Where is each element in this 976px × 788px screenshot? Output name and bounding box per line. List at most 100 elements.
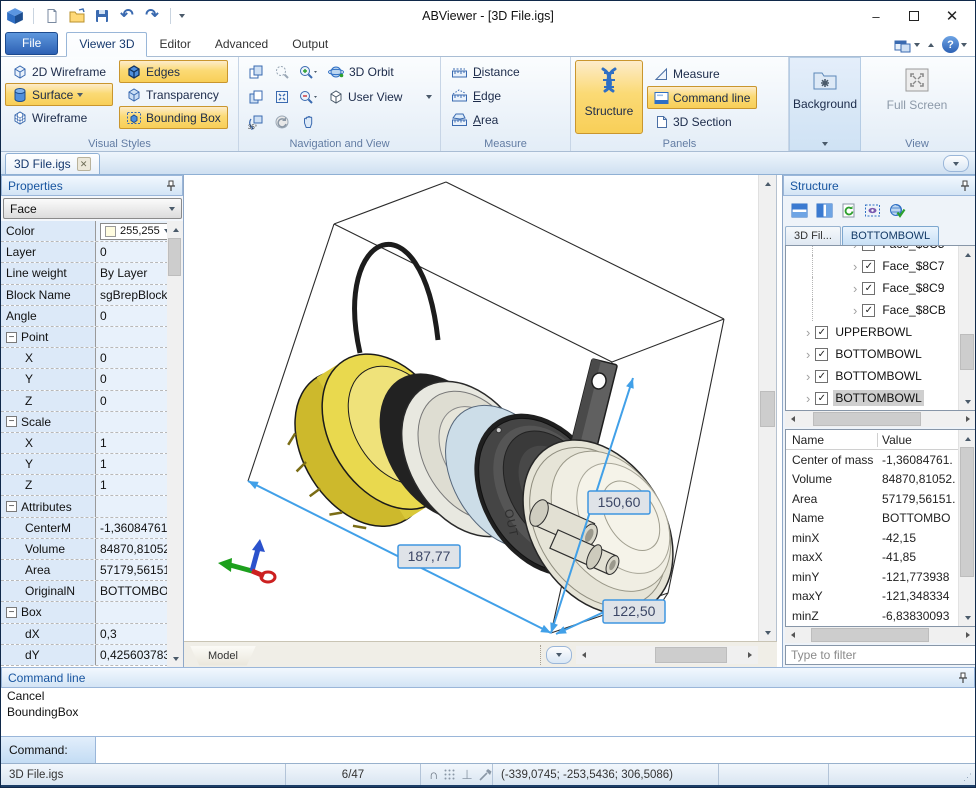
bounding-box-button[interactable]: Bounding Box — [119, 106, 228, 129]
split-vertical-icon[interactable] — [816, 203, 833, 218]
property-value[interactable]: 57179,56151631 — [96, 560, 168, 580]
tab-editor[interactable]: Editor — [147, 33, 202, 56]
2d-wireframe-button[interactable]: 2D Wireframe — [5, 60, 113, 83]
property-row[interactable]: Volume84870,81052441 — [1, 539, 168, 560]
document-tab[interactable]: 3D File.igs ✕ — [5, 153, 100, 174]
property-value[interactable]: 1 — [96, 433, 168, 453]
pin-icon[interactable] — [958, 672, 968, 684]
measure-edge-button[interactable]: Edge — [445, 84, 566, 108]
redo-icon[interactable]: ↷ — [142, 6, 162, 26]
expand-icon[interactable]: › — [806, 391, 810, 406]
property-row[interactable]: X0 — [1, 348, 168, 369]
tree-vertical-scrollbar[interactable] — [958, 246, 975, 410]
entity-type-select[interactable]: Face — [3, 198, 182, 219]
previous-view-icon[interactable] — [269, 110, 294, 134]
viewport-canvas[interactable]: OUT 187,77 150,60 122,50 — [184, 175, 759, 641]
structure-panel-button[interactable]: Structure — [575, 60, 643, 134]
model-3d[interactable]: OUT — [258, 244, 703, 641]
split-horizontal-icon[interactable] — [791, 203, 808, 218]
property-row[interactable]: Y1 — [1, 454, 168, 475]
refresh-icon[interactable] — [841, 203, 856, 218]
expand-icon[interactable]: › — [806, 325, 810, 340]
measure-area-button[interactable]: Area — [445, 108, 566, 132]
checkbox[interactable]: ✓ — [862, 304, 875, 317]
property-value[interactable]: 1 — [96, 475, 168, 495]
property-row[interactable]: Layer0 — [1, 242, 168, 263]
zoom-out-icon[interactable] — [295, 85, 320, 109]
save-icon[interactable] — [92, 6, 112, 26]
command-line-panel-button[interactable]: Command line — [647, 86, 757, 109]
paint-toggle-icon[interactable] — [479, 769, 492, 781]
expand-icon[interactable]: › — [853, 259, 857, 274]
table-row[interactable]: NameBOTTOMBO — [786, 509, 960, 529]
table-horizontal-scrollbar[interactable] — [785, 627, 976, 643]
property-row[interactable]: OriginalNBOTTOMBOWL — [1, 581, 168, 602]
table-row[interactable]: maxY-121,348334 — [786, 587, 960, 607]
zoom-in-icon[interactable] — [295, 60, 320, 84]
minimize-button[interactable]: – — [857, 3, 895, 29]
full-screen-button[interactable]: Full Screen — [883, 60, 951, 134]
column-header-name[interactable]: Name — [786, 433, 878, 447]
filter-input[interactable] — [785, 645, 976, 665]
property-row[interactable]: Y0 — [1, 369, 168, 390]
help-icon[interactable]: ? — [942, 36, 967, 53]
property-row[interactable]: CenterM-1,36084761759 — [1, 518, 168, 539]
properties-scrollbar[interactable] — [167, 221, 183, 667]
resize-grip[interactable]: ⋰ — [957, 764, 975, 785]
snap-toggle-icon[interactable]: ∩ — [429, 767, 438, 782]
3d-section-panel-button[interactable]: 3D Section — [647, 110, 757, 133]
tab-output[interactable]: Output — [280, 33, 340, 56]
property-value[interactable]: 0,425603783 — [96, 645, 168, 665]
table-row[interactable]: minX-42,15 — [786, 528, 960, 548]
property-value[interactable]: 0 — [96, 348, 168, 368]
app-logo-icon[interactable] — [5, 6, 25, 26]
3d-orbit-button[interactable]: 3D Orbit — [324, 60, 436, 84]
pin-icon[interactable] — [960, 180, 970, 192]
property-value[interactable]: 0,3 — [96, 624, 168, 644]
tab-file[interactable]: File — [5, 32, 58, 55]
pan-view-icon[interactable] — [243, 60, 268, 84]
edges-button[interactable]: Edges — [119, 60, 228, 83]
window-style-icon[interactable] — [894, 37, 920, 53]
layout-dropdown-button[interactable] — [546, 646, 572, 664]
collapse-ribbon-icon[interactable] — [928, 43, 934, 47]
checkbox[interactable]: ✓ — [815, 348, 828, 361]
property-value[interactable] — [96, 412, 168, 432]
table-row[interactable]: minZ-6,83830093 — [786, 606, 960, 626]
table-row[interactable]: Volume84870,81052. — [786, 470, 960, 490]
tab-advanced[interactable]: Advanced — [203, 33, 280, 56]
structure-tab-file[interactable]: 3D Fil... — [785, 226, 841, 245]
checkbox[interactable]: ✓ — [815, 370, 828, 383]
tree-item[interactable]: ›✓UPPERBOWL — [786, 321, 958, 343]
tree-horizontal-scrollbar[interactable] — [785, 411, 976, 427]
property-value[interactable] — [96, 496, 168, 516]
checkbox[interactable]: ✓ — [862, 260, 875, 273]
property-row[interactable]: dY0,425603783 — [1, 645, 168, 666]
measure-distance-button[interactable]: Distance — [445, 60, 566, 84]
selection-visibility-icon[interactable] — [864, 203, 881, 218]
measure-panel-button[interactable]: Measure — [647, 62, 757, 85]
qat-customize-icon[interactable] — [179, 14, 185, 18]
property-value[interactable]: 0 — [96, 391, 168, 411]
expand-icon[interactable]: › — [853, 281, 857, 296]
open-file-icon[interactable] — [67, 6, 87, 26]
property-value[interactable]: BOTTOMBOWL — [96, 581, 168, 601]
surface-button[interactable]: Surface — [5, 83, 113, 106]
model-space-tab[interactable]: Model — [190, 646, 256, 666]
property-value[interactable]: By Layer — [96, 263, 168, 283]
tab-viewer-3d[interactable]: Viewer 3D — [66, 32, 147, 57]
structure-tree[interactable]: ›✓Face_$8C5›✓Face_$8C7›✓Face_$8C9›✓Face_… — [785, 245, 976, 411]
property-row[interactable]: Line weightBy Layer — [1, 263, 168, 284]
property-row[interactable]: dX0,3 — [1, 624, 168, 645]
viewport-horizontal-scrollbar[interactable] — [576, 646, 758, 664]
tree-item[interactable]: ›✓BOTTOMBOWL — [786, 387, 958, 409]
tree-item[interactable]: ›✓BOTTOMBOWL — [786, 365, 958, 387]
property-value[interactable]: 0 — [96, 306, 168, 326]
checkbox[interactable]: ✓ — [815, 392, 828, 405]
table-row[interactable]: maxX-41,85 — [786, 548, 960, 568]
background-button[interactable]: Background — [794, 61, 856, 135]
structure-property-table[interactable]: Name Value Center of mass-1,36084761.Vol… — [785, 429, 976, 627]
command-input[interactable] — [96, 737, 975, 763]
viewport-vertical-scrollbar[interactable] — [758, 175, 776, 641]
property-group-row[interactable]: −Attributes — [1, 496, 168, 517]
